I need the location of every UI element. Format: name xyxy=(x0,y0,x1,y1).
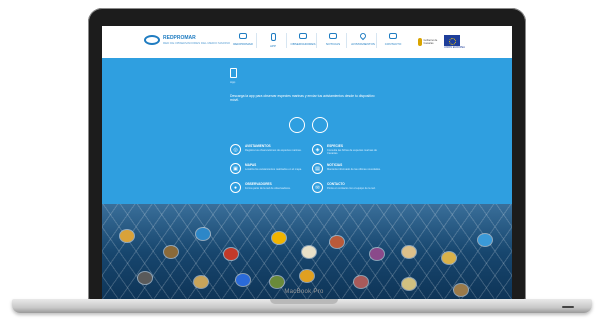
species-thumbnail[interactable] xyxy=(302,246,316,258)
eu-label: UNIÓN EUROPEA xyxy=(444,46,465,49)
binoculars-icon xyxy=(299,33,307,39)
nav-item-app[interactable]: APP xyxy=(260,33,287,48)
hero-title: App xyxy=(230,80,236,84)
nav-item-redpromar[interactable]: REDPROMAR xyxy=(230,33,257,48)
laptop-model-label: MacBook Pro xyxy=(284,289,324,295)
species-thumbnail[interactable] xyxy=(224,248,238,260)
mail-icon xyxy=(389,33,397,39)
species-thumbnail[interactable] xyxy=(138,272,152,284)
feature-mapas[interactable]: ▣ MAPAS Localiza los avistamientos reali… xyxy=(230,163,305,181)
species-thumbnail[interactable] xyxy=(272,232,286,244)
laptop-screen: REDPROMAR RED DE OBSERVADORES DEL MEDIO … xyxy=(102,26,512,301)
feature-title: CONTACTO xyxy=(327,182,345,186)
logo-subtitle: RED DE OBSERVADORES DEL MEDIO MARINO xyxy=(163,41,231,45)
phone-icon xyxy=(230,68,237,78)
nav-label: CONTACTO xyxy=(384,42,402,46)
logo-eye-icon xyxy=(144,35,160,45)
google-play-button[interactable] xyxy=(312,117,328,133)
partner-logos: Gobierno de Canarias UNIÓN EUROPEA xyxy=(418,35,465,49)
map-icon: ▣ xyxy=(230,163,241,174)
pin-icon xyxy=(358,31,368,41)
nav-label: REDPROMAR xyxy=(233,42,253,46)
nav-item-contacto[interactable]: CONTACTO xyxy=(380,33,406,48)
eye-icon xyxy=(239,33,247,39)
nav-item-noticias[interactable]: NOTICIAS xyxy=(320,33,347,48)
mail-icon: ✉ xyxy=(312,182,323,193)
feature-description: Forma parte de la red de observadores. xyxy=(245,187,291,190)
species-thumbnail[interactable] xyxy=(164,246,178,258)
feature-description: Consulta las fichas de especies marinas … xyxy=(327,149,377,156)
feature-title: NOTICIAS xyxy=(327,163,343,167)
nav-label: OBSERVADORES xyxy=(290,42,316,46)
feature-avistamientos[interactable]: ◎ AVISTAMIENTOS Registra tus observacion… xyxy=(230,144,305,162)
species-thumbnail[interactable] xyxy=(370,248,384,260)
nav-label: AVISTAMIENTOS xyxy=(351,42,375,46)
species-thumbnail[interactable] xyxy=(354,276,368,288)
user-icon: ● xyxy=(230,182,241,193)
feature-observadores[interactable]: ● OBSERVADORES Forma parte de la red de … xyxy=(230,182,305,200)
news-icon xyxy=(329,33,337,39)
eye-icon: ◎ xyxy=(230,144,241,155)
nav-item-observadores[interactable]: OBSERVADORES xyxy=(290,33,317,48)
laptop-led xyxy=(562,306,574,308)
feature-title: AVISTAMIENTOS xyxy=(245,144,271,148)
species-thumbnail[interactable] xyxy=(120,230,134,242)
species-thumbnail[interactable] xyxy=(330,236,344,248)
site-header: REDPROMAR RED DE OBSERVADORES DEL MEDIO … xyxy=(102,26,512,58)
feature-title: ESPECIES xyxy=(327,144,343,148)
species-thumbnail[interactable] xyxy=(442,252,456,264)
laptop-notch xyxy=(270,299,338,304)
nav-item-avistamientos[interactable]: AVISTAMIENTOS xyxy=(350,31,377,48)
canarias-label: Gobierno de Canarias xyxy=(423,39,438,45)
fish-icon: ◈ xyxy=(312,144,323,155)
news-icon: ▤ xyxy=(312,163,323,174)
nav-label: NOTICIAS xyxy=(325,42,341,46)
species-thumbnail[interactable] xyxy=(270,276,284,288)
ocean-species-banner xyxy=(102,204,512,301)
feature-description: Mantente informado de las últimas noveda… xyxy=(327,168,381,171)
species-thumbnail[interactable] xyxy=(454,284,468,296)
species-thumbnail[interactable] xyxy=(478,234,492,246)
feature-description: Localiza los avistamientos realizados en… xyxy=(245,168,302,171)
hero-description: Descarga la app para observar especies m… xyxy=(230,94,375,102)
species-thumbnail[interactable] xyxy=(402,278,416,290)
site-logo[interactable]: REDPROMAR RED DE OBSERVADORES DEL MEDIO … xyxy=(144,35,230,45)
app-store-button[interactable] xyxy=(289,117,305,133)
feature-description: Registra tus observaciones de especies m… xyxy=(245,149,302,152)
species-thumbnail[interactable] xyxy=(236,274,250,286)
feature-title: MAPAS xyxy=(245,163,257,167)
eu-flag-icon xyxy=(444,35,460,46)
feature-description: Ponte en contacto con el equipo de la re… xyxy=(327,187,376,190)
eu-logo: UNIÓN EUROPEA xyxy=(444,35,465,49)
canarias-logo: Gobierno de Canarias xyxy=(418,36,438,48)
species-thumbnail[interactable] xyxy=(194,276,208,288)
nav-label: APP xyxy=(269,44,276,48)
species-thumbnail[interactable] xyxy=(196,228,210,240)
phone-icon xyxy=(270,33,276,41)
main-nav: REDPROMAR APP OBSERVADORES NOTICIAS AVIS… xyxy=(230,31,409,48)
feature-especies[interactable]: ◈ ESPECIES Consulta las fichas de especi… xyxy=(312,144,387,162)
feature-noticias[interactable]: ▤ NOTICIAS Mantente informado de las últ… xyxy=(312,163,387,181)
feature-title: OBSERVADORES xyxy=(245,182,272,186)
feature-contacto[interactable]: ✉ CONTACTO Ponte en contacto con el equi… xyxy=(312,182,387,200)
canarias-seal-icon xyxy=(418,38,422,46)
species-thumbnail[interactable] xyxy=(402,246,416,258)
species-thumbnail[interactable] xyxy=(300,270,314,282)
